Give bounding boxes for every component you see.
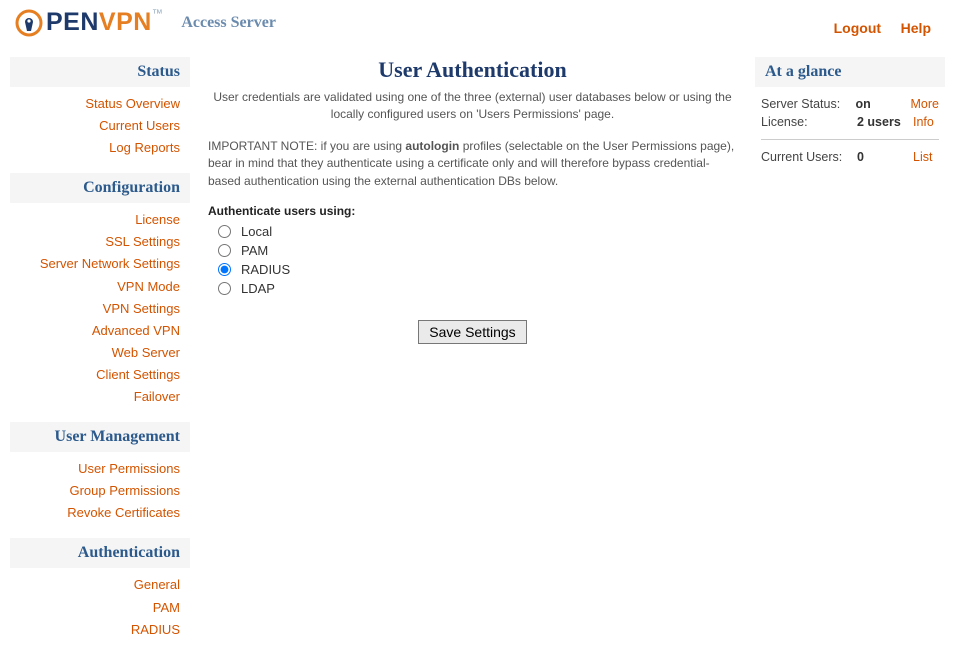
- auth-label-ldap[interactable]: LDAP: [241, 281, 275, 296]
- nav-item-web-server[interactable]: Web Server: [20, 342, 180, 364]
- nav-item-client-settings[interactable]: Client Settings: [20, 364, 180, 386]
- product-name: Access Server: [181, 14, 276, 32]
- nav-item-ssl-settings[interactable]: SSL Settings: [20, 231, 180, 253]
- auth-form-label: Authenticate users using:: [208, 204, 737, 218]
- glance-key: Server Status:: [761, 97, 855, 111]
- nav-item-status-overview[interactable]: Status Overview: [20, 93, 180, 115]
- auth-option-ldap: LDAP: [208, 279, 737, 298]
- nav-item-revoke-certificates[interactable]: Revoke Certificates: [20, 502, 180, 524]
- glance-link-list[interactable]: List: [913, 150, 932, 164]
- header-links: Logout Help: [818, 20, 931, 36]
- nav-item-vpn-settings[interactable]: VPN Settings: [20, 298, 180, 320]
- auth-radio-pam[interactable]: [218, 244, 231, 257]
- glance-val: on: [855, 97, 910, 111]
- auth-radio-local[interactable]: [218, 225, 231, 238]
- page-description: User credentials are validated using one…: [208, 89, 737, 124]
- brand-text: PENVPN™: [46, 8, 163, 37]
- glance-key: Current Users:: [761, 150, 857, 164]
- nav-item-user-permissions[interactable]: User Permissions: [20, 458, 180, 480]
- glance-val: 2 users: [857, 115, 913, 129]
- auth-option-pam: PAM: [208, 241, 737, 260]
- logout-link[interactable]: Logout: [834, 20, 881, 36]
- nav-item-current-users[interactable]: Current Users: [20, 115, 180, 137]
- nav-item-server-network-settings[interactable]: Server Network Settings: [20, 253, 180, 275]
- nav-item-vpn-mode[interactable]: VPN Mode: [20, 276, 180, 298]
- auth-option-local: Local: [208, 222, 737, 241]
- header: PENVPN™ Access Server Logout Help: [0, 0, 965, 47]
- nav-item-advanced-vpn[interactable]: Advanced VPN: [20, 320, 180, 342]
- nav-section-configuration: Configuration: [10, 173, 190, 203]
- main-content: User Authentication User credentials are…: [190, 47, 755, 655]
- glance-val: 0: [857, 150, 913, 164]
- page-title: User Authentication: [208, 57, 737, 83]
- nav-item-pam[interactable]: PAM: [20, 597, 180, 619]
- nav-item-failover[interactable]: Failover: [20, 386, 180, 408]
- glance-row-current-users: Current Users: 0 List: [761, 148, 939, 166]
- glance-link-more[interactable]: More: [911, 97, 939, 111]
- nav-item-license[interactable]: License: [20, 209, 180, 231]
- glance-key: License:: [761, 115, 857, 129]
- auth-label-pam[interactable]: PAM: [241, 243, 268, 258]
- nav-section-authentication: Authentication: [10, 538, 190, 568]
- nav-item-radius[interactable]: RADIUS: [20, 619, 180, 641]
- glance-panel: At a glance Server Status: on More Licen…: [755, 47, 955, 655]
- nav-item-group-permissions[interactable]: Group Permissions: [20, 480, 180, 502]
- auth-option-radius: RADIUS: [208, 260, 737, 279]
- nav-section-user-management: User Management: [10, 422, 190, 452]
- auth-label-radius[interactable]: RADIUS: [241, 262, 290, 277]
- sidebar: Status Status Overview Current Users Log…: [10, 47, 190, 655]
- nav-item-general[interactable]: General: [20, 574, 180, 596]
- important-note: IMPORTANT NOTE: if you are using autolog…: [208, 138, 737, 190]
- save-settings-button[interactable]: Save Settings: [418, 320, 526, 344]
- nav-item-log-reports[interactable]: Log Reports: [20, 137, 180, 159]
- logo: PENVPN™ Access Server: [15, 8, 276, 37]
- glance-row-server-status: Server Status: on More: [761, 95, 939, 113]
- glance-row-license: License: 2 users Info: [761, 113, 939, 131]
- glance-title: At a glance: [755, 57, 945, 87]
- openvpn-logo-icon: [15, 9, 43, 37]
- help-link[interactable]: Help: [901, 20, 931, 36]
- auth-label-local[interactable]: Local: [241, 224, 272, 239]
- nav-section-status: Status: [10, 57, 190, 87]
- auth-radio-radius[interactable]: [218, 263, 231, 276]
- auth-radio-ldap[interactable]: [218, 282, 231, 295]
- glance-divider: [761, 139, 939, 140]
- glance-link-info[interactable]: Info: [913, 115, 934, 129]
